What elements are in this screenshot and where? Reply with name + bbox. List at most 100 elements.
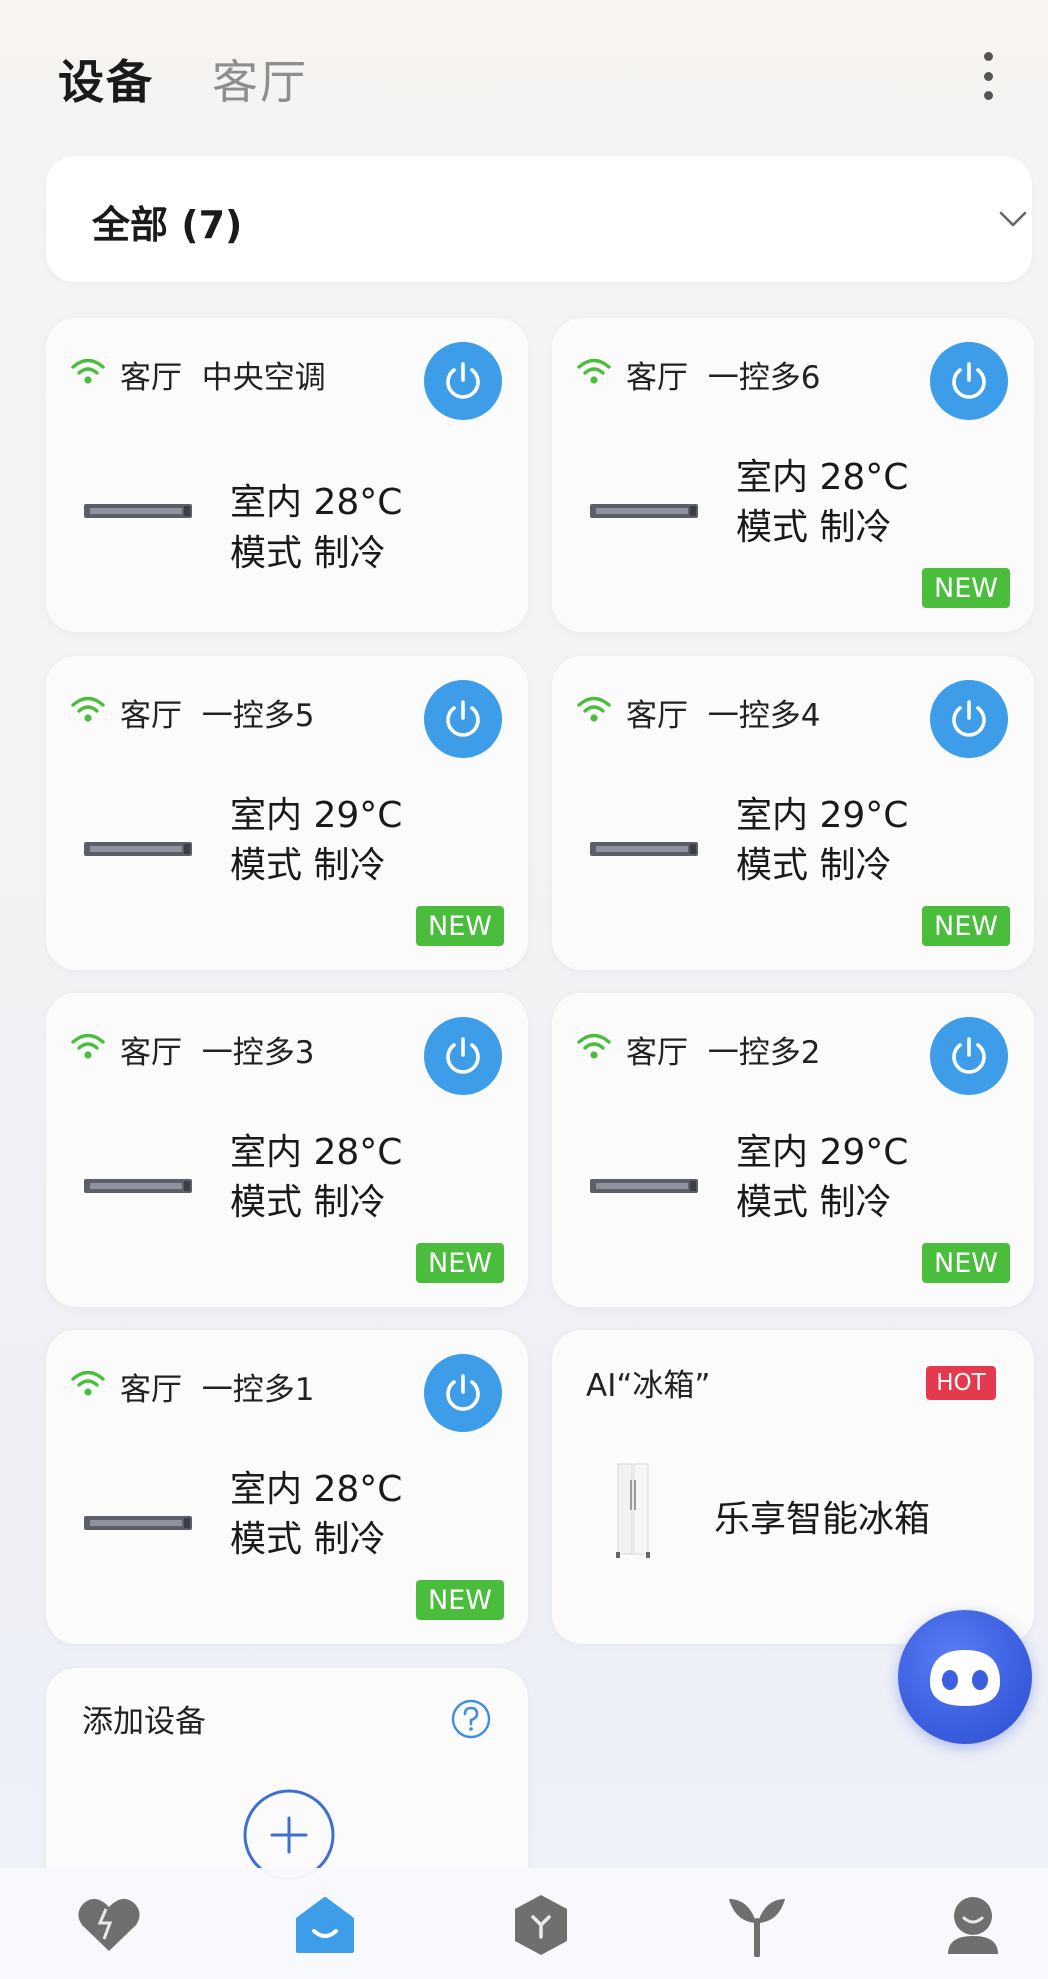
mode: 模式 制冷 <box>736 507 892 548</box>
ac-unit-image <box>84 1516 192 1530</box>
device-card[interactable]: 客厅 一控多1 室内 28°C 模式 制冷 NEW <box>46 1330 528 1644</box>
promo-card-fridge[interactable]: AI“冰箱” HOT 乐享智能冰箱 <box>552 1330 1034 1644</box>
device-name: 一控多1 <box>201 1372 315 1408</box>
device-name: 中央空调 <box>201 360 326 396</box>
chevron-down-icon <box>999 211 1027 227</box>
indoor-temp: 室内 29°C <box>736 1132 909 1173</box>
indoor-temp: 室内 28°C <box>230 1132 403 1173</box>
wifi-icon <box>71 1033 105 1059</box>
ac-unit-image <box>590 1179 698 1193</box>
indoor-temp: 室内 28°C <box>230 482 403 523</box>
device-title: 客厅 一控多6 <box>626 352 820 397</box>
power-button[interactable] <box>930 680 1008 758</box>
indoor-temp: 室内 29°C <box>736 795 909 836</box>
mode: 模式 制冷 <box>230 533 386 574</box>
indoor-temp: 室内 28°C <box>736 457 909 498</box>
promo-title: AI“冰箱” <box>586 1368 711 1404</box>
ac-unit-image <box>84 1179 192 1193</box>
power-icon <box>446 1374 480 1411</box>
device-name: 一控多4 <box>707 698 821 734</box>
power-button[interactable] <box>930 342 1008 420</box>
bottom-navigation <box>0 1868 1048 1979</box>
device-card[interactable]: 客厅 中央空调室内 28°C 模式 制冷 <box>46 318 528 632</box>
filter-label: 全部 (7) <box>92 203 243 247</box>
indoor-temp: 室内 29°C <box>230 795 403 836</box>
profile-icon <box>948 1897 998 1954</box>
nav-home[interactable] <box>290 1890 360 1960</box>
device-card[interactable]: 客厅 一控多6 室内 28°C 模式 制冷 NEW <box>552 318 1034 632</box>
tab-devices[interactable]: 设备 <box>58 46 154 112</box>
device-card[interactable]: 客厅 一控多2 室内 29°C 模式 制冷 NEW <box>552 993 1034 1307</box>
mode: 模式 制冷 <box>230 1519 386 1560</box>
filter-dropdown[interactable]: 全部 (7) <box>46 156 1032 282</box>
device-room: 客厅 <box>120 360 182 396</box>
help-icon[interactable] <box>450 1698 492 1740</box>
mode: 模式 制冷 <box>736 845 892 886</box>
header: 设备 客厅 <box>58 48 366 110</box>
device-name: 一控多5 <box>201 698 315 734</box>
mode: 模式 制冷 <box>736 1182 892 1223</box>
device-room: 客厅 <box>626 360 688 396</box>
cube-icon <box>515 1895 567 1955</box>
robot-face-icon <box>930 1650 1000 1706</box>
tab-living-room[interactable]: 客厅 <box>212 46 308 112</box>
device-title: 客厅 一控多5 <box>120 690 314 735</box>
power-icon <box>446 700 480 737</box>
power-icon <box>952 362 986 399</box>
heart-icon <box>78 1898 140 1951</box>
device-room: 客厅 <box>120 698 182 734</box>
new-badge: NEW <box>416 1580 504 1620</box>
nav-scenes[interactable] <box>722 1890 792 1960</box>
nav-profile[interactable] <box>938 1890 1008 1960</box>
device-title: 客厅 一控多2 <box>626 1027 820 1072</box>
add-device-title: 添加设备 <box>82 1704 206 1740</box>
mode: 模式 制冷 <box>230 1182 386 1223</box>
nav-favorites[interactable] <box>74 1890 144 1960</box>
assistant-bot-button[interactable] <box>898 1610 1032 1744</box>
power-button[interactable] <box>424 342 502 420</box>
device-card[interactable]: 客厅 一控多3 室内 28°C 模式 制冷 NEW <box>46 993 528 1307</box>
new-badge: NEW <box>416 1243 504 1283</box>
device-room: 客厅 <box>120 1372 182 1408</box>
device-name: 一控多6 <box>707 360 821 396</box>
power-icon <box>446 362 480 399</box>
nav-discover[interactable] <box>506 1890 576 1960</box>
sprout-icon <box>729 1899 785 1957</box>
promo-product-name: 乐享智能冰箱 <box>714 1499 931 1540</box>
wifi-icon <box>71 358 105 384</box>
power-icon <box>952 1037 986 1074</box>
device-title: 客厅 一控多3 <box>120 1027 314 1072</box>
fridge-image <box>616 1463 650 1558</box>
wifi-icon <box>577 358 611 384</box>
power-button[interactable] <box>930 1017 1008 1095</box>
new-badge: NEW <box>922 906 1010 946</box>
more-menu-icon[interactable] <box>976 52 1000 100</box>
device-name: 一控多2 <box>707 1035 821 1071</box>
home-icon <box>296 1897 354 1953</box>
device-title: 客厅 一控多4 <box>626 690 820 735</box>
wifi-icon <box>577 1033 611 1059</box>
hot-badge: HOT <box>926 1366 996 1400</box>
ac-unit-image <box>590 504 698 518</box>
indoor-temp: 室内 28°C <box>230 1469 403 1510</box>
device-card[interactable]: 客厅 一控多5 室内 29°C 模式 制冷 NEW <box>46 656 528 970</box>
power-icon <box>446 1037 480 1074</box>
power-button[interactable] <box>424 1354 502 1432</box>
power-button[interactable] <box>424 680 502 758</box>
new-badge: NEW <box>922 568 1010 608</box>
mode: 模式 制冷 <box>230 845 386 886</box>
power-button[interactable] <box>424 1017 502 1095</box>
device-title: 客厅 一控多1 <box>120 1364 314 1409</box>
ac-unit-image <box>590 842 698 856</box>
new-badge: NEW <box>416 906 504 946</box>
wifi-icon <box>577 696 611 722</box>
ac-unit-image <box>84 842 192 856</box>
device-room: 客厅 <box>120 1035 182 1071</box>
device-room: 客厅 <box>626 698 688 734</box>
device-name: 一控多3 <box>201 1035 315 1071</box>
device-title: 客厅 中央空调 <box>120 352 326 397</box>
ac-unit-image <box>84 504 192 518</box>
wifi-icon <box>71 696 105 722</box>
wifi-icon <box>71 1370 105 1396</box>
device-card[interactable]: 客厅 一控多4 室内 29°C 模式 制冷 NEW <box>552 656 1034 970</box>
